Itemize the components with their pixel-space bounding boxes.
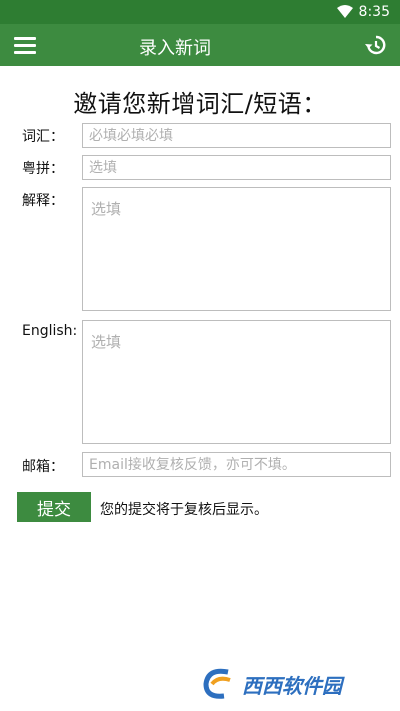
watermark-swirl-icon — [203, 668, 231, 699]
explanation-textarea[interactable] — [82, 187, 391, 311]
app-title: 录入新词 — [139, 38, 211, 59]
explanation-label: 解释： — [22, 193, 64, 209]
word-input[interactable] — [82, 123, 391, 148]
status-bar: 8:35 — [0, 0, 400, 24]
english-label: English: — [22, 323, 78, 339]
jyutping-input[interactable] — [82, 155, 391, 180]
submit-note: 您的提交将于复核后显示。 — [100, 502, 268, 518]
wifi-icon — [336, 5, 353, 19]
status-time: 8:35 — [358, 4, 390, 20]
page-heading: 邀请您新增词汇/短语： — [73, 90, 327, 118]
history-icon — [365, 35, 386, 55]
email-input[interactable] — [82, 452, 391, 477]
watermark-text: 西西软件园 — [242, 673, 342, 698]
history-button[interactable] — [364, 34, 386, 56]
submit-button[interactable]: 提交 — [17, 492, 91, 522]
english-textarea[interactable] — [82, 320, 391, 444]
watermark-logo: 西西软件园 — [198, 664, 384, 704]
app-bar: 录入新词 — [0, 24, 400, 66]
jyutping-label: 粤拼： — [22, 161, 64, 177]
email-label: 邮箱： — [22, 459, 64, 475]
word-label: 词汇： — [22, 129, 64, 145]
